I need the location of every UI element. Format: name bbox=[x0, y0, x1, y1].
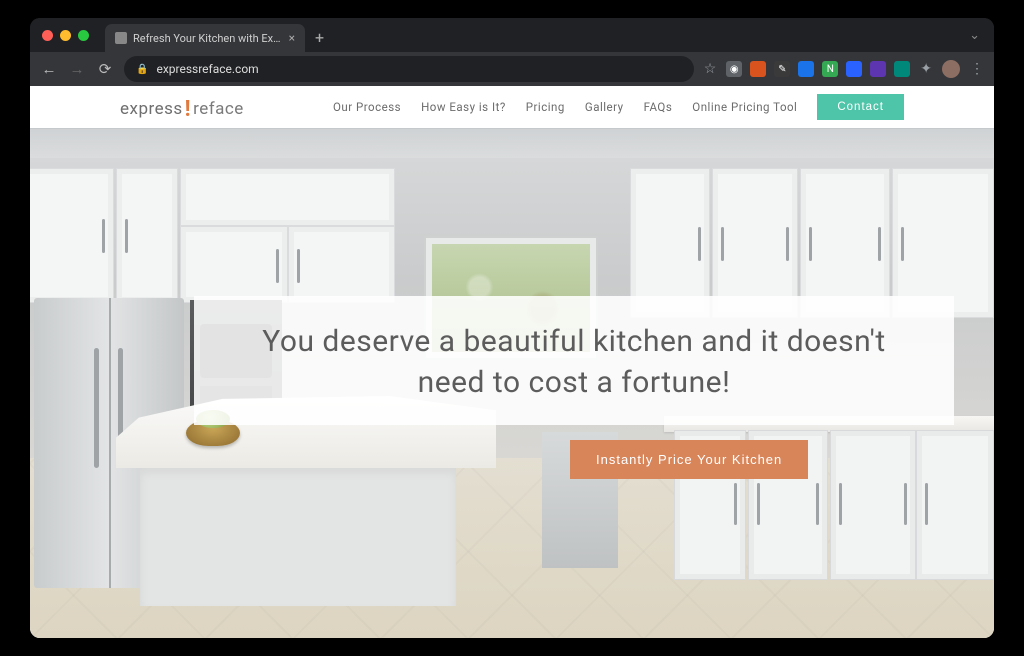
extension-icon[interactable] bbox=[870, 61, 886, 77]
new-tab-button[interactable]: + bbox=[315, 28, 324, 47]
nav-online-pricing-tool[interactable]: Online Pricing Tool bbox=[692, 100, 797, 114]
extensions-menu-icon[interactable]: ✦ bbox=[920, 61, 932, 77]
upper-cabinet bbox=[180, 226, 288, 303]
back-button[interactable]: ← bbox=[40, 60, 58, 78]
kitchen-ceiling bbox=[30, 128, 994, 158]
tab-strip: Refresh Your Kitchen with Exp… × + ⌄ bbox=[30, 18, 994, 52]
browser-window: Refresh Your Kitchen with Exp… × + ⌄ ← →… bbox=[30, 18, 994, 638]
base-cabinet bbox=[916, 430, 994, 580]
extension-icon[interactable]: N bbox=[822, 61, 838, 77]
expand-tabs-icon[interactable]: ⌄ bbox=[969, 28, 980, 43]
hero-headline: You deserve a beautiful kitchen and it d… bbox=[230, 322, 918, 403]
window-controls bbox=[42, 30, 89, 41]
upper-cabinet bbox=[30, 168, 114, 303]
logo-part1: express bbox=[120, 99, 183, 119]
upper-cabinet bbox=[180, 168, 395, 226]
browser-menu-icon[interactable]: ⋮ bbox=[970, 61, 984, 77]
page-viewport: express ! reface Our Process How Easy is… bbox=[30, 86, 994, 638]
upper-cabinet bbox=[288, 226, 395, 303]
logo-part2: reface bbox=[193, 99, 244, 119]
primary-nav: Our Process How Easy is It? Pricing Gall… bbox=[333, 94, 904, 120]
close-window-icon[interactable] bbox=[42, 30, 53, 41]
fridge-handle-icon bbox=[94, 348, 99, 468]
nav-our-process[interactable]: Our Process bbox=[333, 100, 401, 114]
browser-toolbar: ← → ⟳ 🔒 expressreface.com ☆ ◉ ✎ N ✦ ⋮ bbox=[30, 52, 994, 86]
hero-section: You deserve a beautiful kitchen and it d… bbox=[30, 128, 994, 638]
extension-icon[interactable] bbox=[750, 61, 766, 77]
site-logo[interactable]: express ! reface bbox=[120, 95, 244, 119]
nav-gallery[interactable]: Gallery bbox=[585, 100, 624, 114]
base-cabinet bbox=[830, 430, 916, 580]
profile-avatar-icon[interactable] bbox=[942, 60, 960, 78]
browser-tab[interactable]: Refresh Your Kitchen with Exp… × bbox=[105, 24, 305, 52]
reload-button[interactable]: ⟳ bbox=[96, 60, 114, 78]
kitchen-island bbox=[116, 396, 496, 606]
instantly-price-button[interactable]: Instantly Price Your Kitchen bbox=[570, 440, 808, 479]
tab-title: Refresh Your Kitchen with Exp… bbox=[133, 32, 283, 45]
site-header: express ! reface Our Process How Easy is… bbox=[30, 86, 994, 128]
extension-icon[interactable] bbox=[798, 61, 814, 77]
extension-icon[interactable]: ◉ bbox=[726, 61, 742, 77]
hero-headline-panel: You deserve a beautiful kitchen and it d… bbox=[194, 296, 954, 425]
bookmark-star-icon[interactable]: ☆ bbox=[704, 61, 717, 77]
extension-icon[interactable] bbox=[846, 61, 862, 77]
close-tab-icon[interactable]: × bbox=[289, 31, 295, 45]
extension-icon[interactable]: ✎ bbox=[774, 61, 790, 77]
lock-icon: 🔒 bbox=[136, 64, 148, 75]
extension-icon[interactable] bbox=[894, 61, 910, 77]
maximize-window-icon[interactable] bbox=[78, 30, 89, 41]
forward-button[interactable]: → bbox=[68, 60, 86, 78]
logo-bang-icon: ! bbox=[185, 97, 191, 122]
url-text: expressreface.com bbox=[156, 62, 258, 76]
address-bar[interactable]: 🔒 expressreface.com bbox=[124, 56, 694, 82]
extension-icons: ◉ ✎ N bbox=[726, 61, 910, 77]
tab-favicon-icon bbox=[115, 32, 127, 44]
nav-pricing[interactable]: Pricing bbox=[526, 100, 565, 114]
contact-button[interactable]: Contact bbox=[817, 94, 904, 120]
upper-cabinet bbox=[116, 168, 178, 303]
minimize-window-icon[interactable] bbox=[60, 30, 71, 41]
nav-faqs[interactable]: FAQs bbox=[644, 100, 673, 114]
nav-how-easy[interactable]: How Easy is It? bbox=[421, 100, 506, 114]
